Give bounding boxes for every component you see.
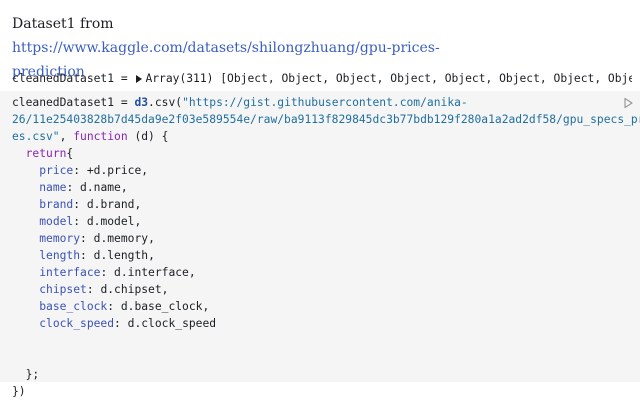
code-field-line: chipset: d.chipset, bbox=[39, 283, 169, 296]
cell-output: cleanedDataset1 = Array(311) [Object, Ob… bbox=[12, 70, 632, 88]
code-field-value: d.chipset bbox=[100, 283, 162, 296]
code-decl-name: cleanedDataset1 bbox=[12, 96, 115, 109]
code-field-value: d.length bbox=[93, 249, 149, 262]
code-field-line: base_clock: d.base_clock, bbox=[39, 300, 210, 313]
code-field-value: d.base_clock bbox=[120, 300, 203, 313]
code-field-value: d.clock_speed bbox=[127, 317, 217, 330]
disclosure-triangle-icon[interactable] bbox=[136, 75, 143, 83]
code-field-line: model: d.model, bbox=[39, 215, 142, 228]
code-lib-name: d3 bbox=[134, 96, 149, 109]
code-field-line: memory: d.memory, bbox=[39, 232, 155, 245]
code-url-string: "https://gist.githubusercontent.com/anik… bbox=[182, 96, 468, 109]
code-field-value: d.model bbox=[86, 215, 135, 228]
code-field-value: d.brand bbox=[86, 198, 135, 211]
code-field-key: model bbox=[39, 215, 74, 228]
code-field-value: +d.price bbox=[86, 164, 142, 177]
code-field-value: d.name bbox=[80, 181, 121, 194]
dataset-intro-text: Dataset1 from bbox=[12, 16, 114, 32]
code-field-key: chipset bbox=[39, 283, 87, 296]
code-function-keyword: function bbox=[73, 130, 128, 143]
code-field-line: name: d.name, bbox=[39, 181, 128, 194]
code-field-line: price: +d.price, bbox=[39, 164, 149, 177]
code-field-key: length bbox=[39, 249, 81, 262]
code-editor[interactable]: cleanedDataset1 = d3.csv("https://gist.g… bbox=[12, 94, 640, 400]
code-field-key: clock_speed bbox=[39, 317, 115, 330]
code-field-key: memory bbox=[39, 232, 81, 245]
code-field-key: interface bbox=[39, 266, 101, 279]
code-field-line: clock_speed: d.clock_speed bbox=[39, 317, 217, 330]
code-field-list: price: +d.price, name: d.name, brand: d.… bbox=[12, 164, 216, 330]
output-equals: = bbox=[114, 72, 135, 85]
code-field-key: name bbox=[39, 181, 67, 194]
code-field-value: d.memory bbox=[93, 232, 149, 245]
code-return-keyword: return bbox=[25, 147, 67, 160]
output-variable-name: cleanedDataset1 bbox=[12, 72, 115, 85]
code-field-value: d.interface bbox=[114, 266, 189, 279]
code-field-line: brand: d.brand, bbox=[39, 198, 142, 211]
code-field-line: length: d.length, bbox=[39, 249, 155, 262]
code-cell[interactable]: cleanedDataset1 = d3.csv("https://gist.g… bbox=[0, 91, 640, 398]
notebook-page: Dataset1 from https://www.kaggle.com/dat… bbox=[0, 0, 640, 400]
code-field-key: brand bbox=[39, 198, 74, 211]
play-icon[interactable] bbox=[622, 97, 634, 109]
code-field-key: base_clock bbox=[39, 300, 108, 313]
output-array-summary[interactable]: Array(311) [Object, Object, Object, Obje… bbox=[145, 72, 632, 85]
code-field-line: interface: d.interface, bbox=[39, 266, 196, 279]
code-field-key: price bbox=[39, 164, 74, 177]
